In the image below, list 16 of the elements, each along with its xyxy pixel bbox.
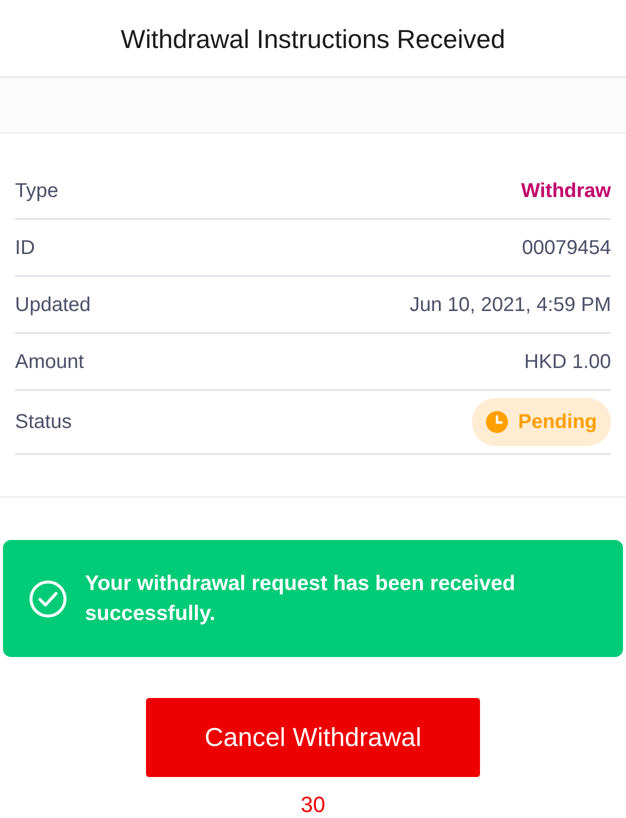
clock-icon bbox=[486, 411, 508, 433]
success-message: Your withdrawal request has been received successfully. bbox=[85, 570, 516, 626]
detail-label: Updated bbox=[15, 292, 91, 318]
detail-label: ID bbox=[15, 236, 35, 260]
type-value: Withdraw bbox=[521, 178, 611, 204]
detail-value: HKD 1.00 bbox=[524, 350, 611, 374]
detail-label: Status bbox=[15, 410, 72, 435]
countdown-text: 30 bbox=[300, 793, 326, 817]
detail-value: 00079454 bbox=[522, 236, 611, 260]
status-text: Pending bbox=[518, 410, 597, 435]
detail-label: Amount bbox=[15, 350, 84, 374]
page-title: Withdrawal Instructions Received bbox=[120, 22, 506, 56]
cancel-withdrawal-button[interactable]: Cancel Withdrawal bbox=[146, 698, 480, 777]
detail-label: Type bbox=[15, 178, 58, 204]
detail-value: Jun 10, 2021, 4:59 PM bbox=[410, 292, 611, 318]
check-circle-icon bbox=[29, 580, 67, 618]
